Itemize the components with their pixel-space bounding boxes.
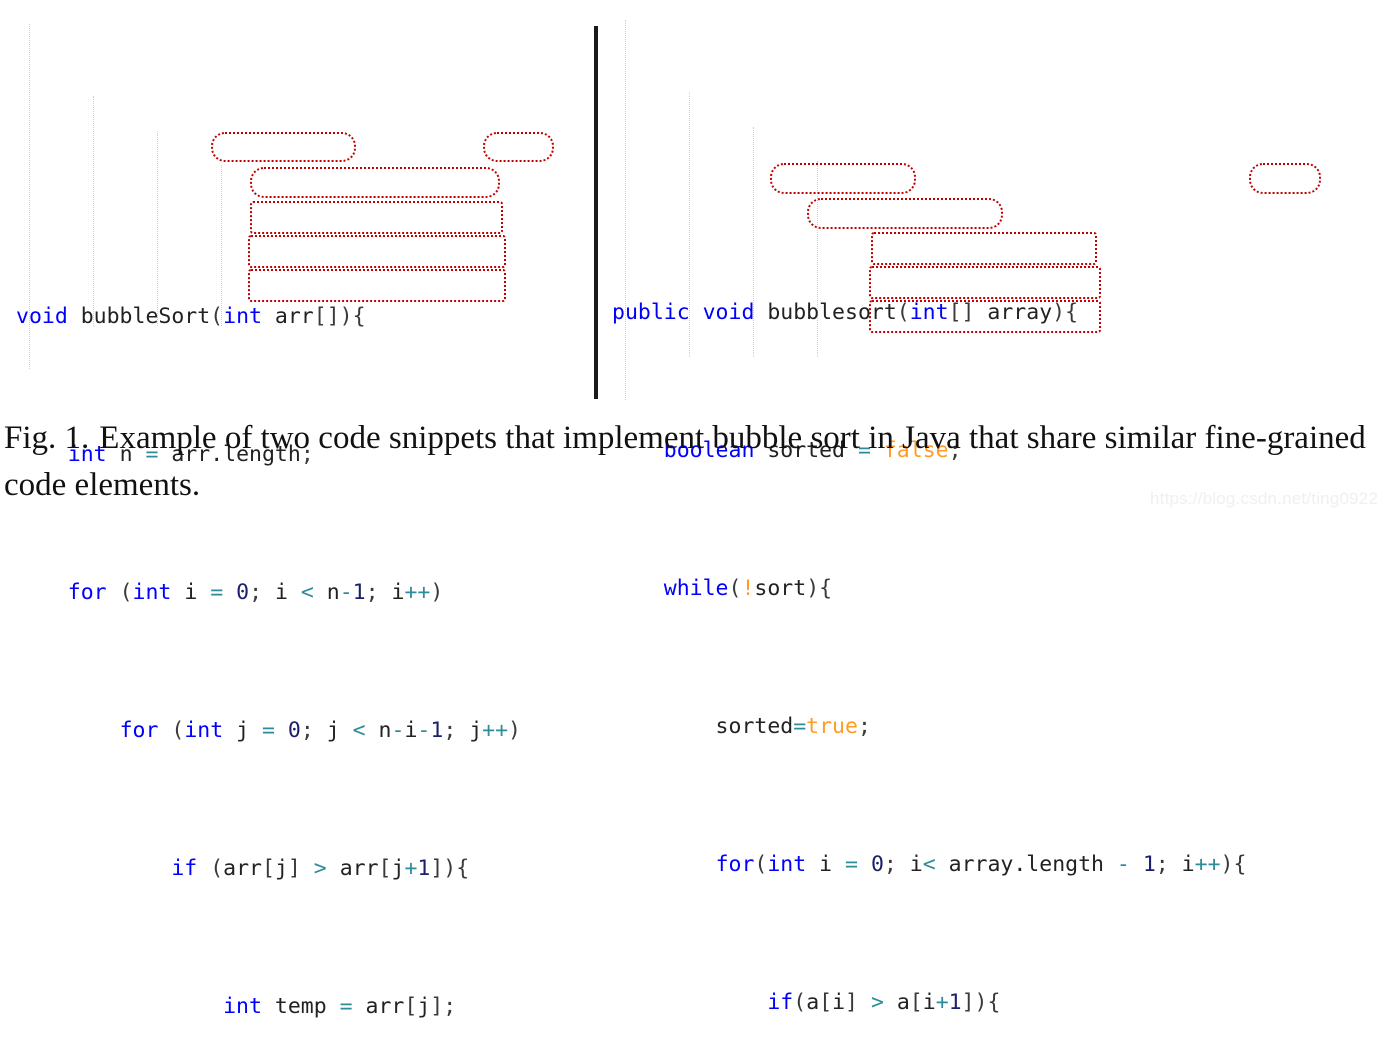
watermark-text: https://blog.csdn.net/ting0922 [1150, 489, 1379, 508]
snippet-divider [594, 26, 598, 399]
code-line: if (arr[j] > arr[j+1]){ [171, 856, 470, 881]
left-code-snippet: void bubbleSort(int arr[]){ int n = arr.… [16, 24, 554, 1046]
highlight-box-left-incr [483, 132, 554, 162]
code-line: for(int i = 0; i< array.length - 1; i++)… [715, 852, 1247, 877]
highlight-box-right-compare [807, 198, 1003, 229]
highlight-box-left-swap2 [248, 269, 506, 302]
code-line: while(!sort){ [663, 576, 833, 601]
code-line: if(a[i] > a[i+1]){ [767, 990, 1001, 1015]
code-line: void bubbleSort(int arr[]){ [16, 304, 366, 329]
figure-caption-label: Fig. 1. [4, 420, 90, 456]
highlight-box-right-swap1 [869, 266, 1101, 299]
figure-image: void bubbleSort(int arr[]){ int n = arr.… [0, 0, 1383, 1019]
code-line: for (int j = 0; j < n-i-1; j++) [119, 718, 521, 743]
highlight-box-right-incr [1249, 163, 1321, 194]
highlight-box-left-swap1 [248, 235, 506, 268]
highlight-box-left-temp [250, 201, 503, 234]
highlight-box-left-compare [250, 167, 500, 198]
code-line: for (int i = 0; i < n-1; i++) [67, 580, 444, 605]
highlight-box-right-init [770, 163, 916, 194]
code-line: int temp = arr[j]; [223, 994, 457, 1019]
highlight-box-left-init [211, 132, 356, 162]
code-line: public void bubblesort(int[] array){ [612, 300, 1079, 325]
highlight-box-right-temp [871, 232, 1097, 265]
right-code-snippet: public void bubblesort(int[] array){ boo… [612, 20, 1321, 1046]
code-line: sorted=true; [612, 714, 871, 739]
